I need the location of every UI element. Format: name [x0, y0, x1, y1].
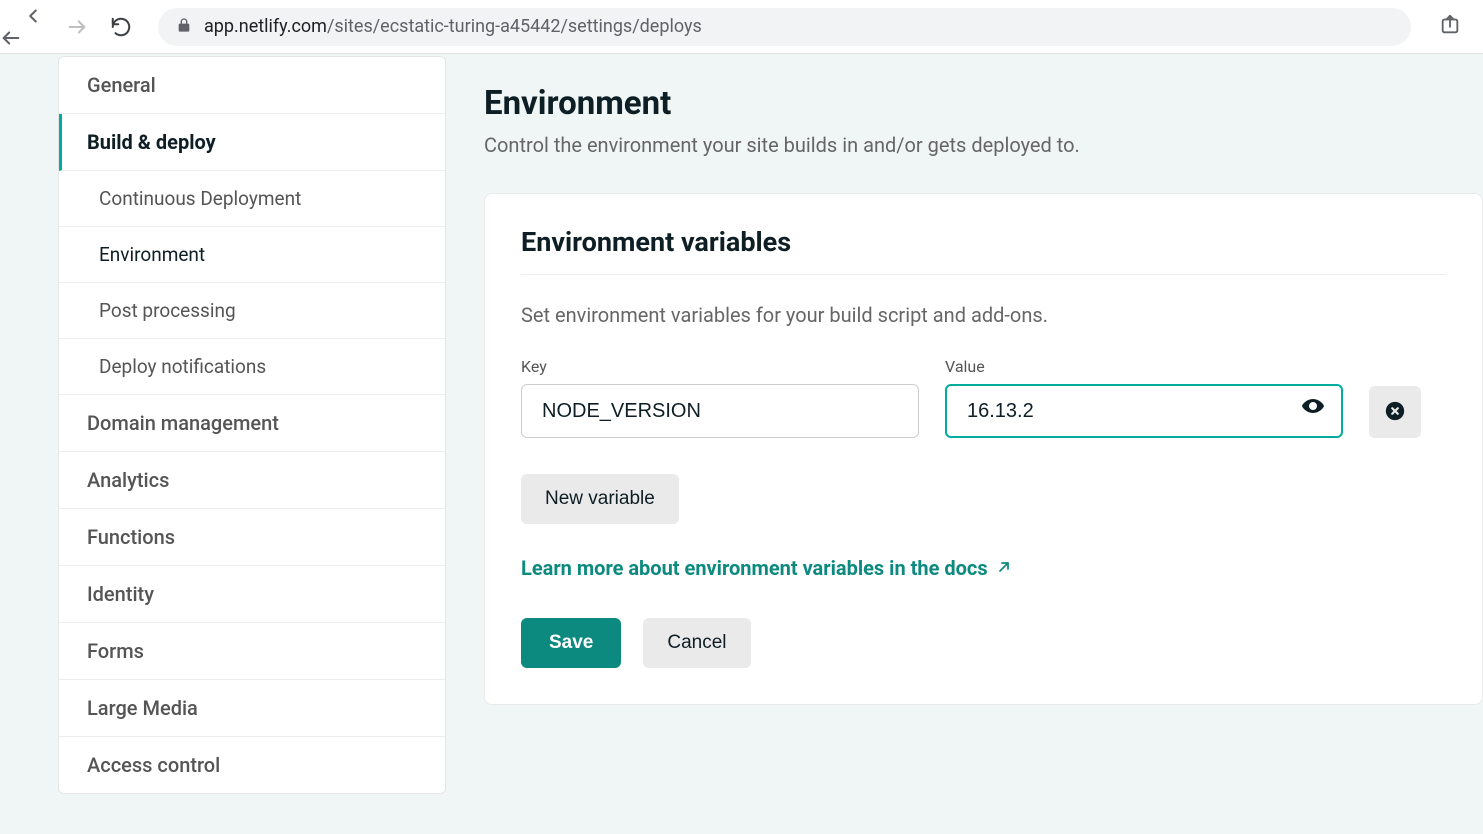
- action-row: Save Cancel: [521, 618, 1446, 668]
- sidebar-item-post-processing[interactable]: Post processing: [59, 283, 445, 339]
- settings-sidebar: General Build & deploy Continuous Deploy…: [0, 54, 446, 834]
- sidebar-item-analytics[interactable]: Analytics: [59, 452, 445, 509]
- sidebar-item-continuous-deployment[interactable]: Continuous Deployment: [59, 171, 445, 227]
- env-var-row: Key Value: [521, 357, 1446, 438]
- value-input[interactable]: [945, 384, 1343, 438]
- sidebar-item-general[interactable]: General: [59, 57, 445, 114]
- env-vars-card: Environment variables Set environment va…: [484, 193, 1483, 705]
- sidebar-item-identity[interactable]: Identity: [59, 566, 445, 623]
- card-description: Set environment variables for your build…: [521, 303, 1446, 327]
- sidebar-item-forms[interactable]: Forms: [59, 623, 445, 680]
- save-button[interactable]: Save: [521, 618, 621, 668]
- sidebar-item-access-control[interactable]: Access control: [59, 737, 445, 793]
- sidebar-item-large-media[interactable]: Large Media: [59, 680, 445, 737]
- sidebar-item-environment[interactable]: Environment: [59, 227, 445, 283]
- reload-icon[interactable]: [110, 16, 132, 38]
- address-bar[interactable]: app.netlify.com/sites/ecstatic-turing-a4…: [158, 8, 1411, 46]
- card-title: Environment variables: [521, 226, 1446, 275]
- value-label: Value: [945, 357, 1343, 376]
- share-icon[interactable]: [1429, 14, 1471, 40]
- sidebar-item-build-deploy[interactable]: Build & deploy: [59, 114, 445, 171]
- lock-icon: [176, 17, 192, 37]
- value-field: Value: [945, 357, 1343, 438]
- delete-var-button[interactable]: [1369, 386, 1421, 438]
- browser-nav-arrows: [12, 5, 132, 49]
- key-label: Key: [521, 357, 919, 376]
- page-subtitle: Control the environment your site builds…: [484, 133, 1483, 157]
- key-field: Key: [521, 357, 919, 438]
- new-variable-button[interactable]: New variable: [521, 474, 679, 524]
- page-body: General Build & deploy Continuous Deploy…: [0, 54, 1483, 834]
- key-input[interactable]: [521, 384, 919, 438]
- browser-bar: app.netlify.com/sites/ecstatic-turing-a4…: [0, 0, 1483, 54]
- close-circle-icon: [1384, 400, 1406, 425]
- sidebar-item-deploy-notifications[interactable]: Deploy notifications: [59, 339, 445, 395]
- page-title: Environment: [484, 84, 1483, 123]
- sidebar-item-domain-management[interactable]: Domain management: [59, 395, 445, 452]
- back-icon[interactable]: [22, 5, 44, 49]
- sidebar-card: General Build & deploy Continuous Deploy…: [58, 56, 446, 794]
- forward-icon[interactable]: [66, 16, 88, 38]
- main-content: Environment Control the environment your…: [446, 54, 1483, 834]
- cancel-button[interactable]: Cancel: [643, 618, 750, 668]
- docs-link-text: Learn more about environment variables i…: [521, 556, 988, 580]
- docs-link[interactable]: Learn more about environment variables i…: [521, 556, 1012, 580]
- external-link-icon: [996, 556, 1012, 580]
- eye-icon[interactable]: [1301, 394, 1325, 422]
- url-text: app.netlify.com/sites/ecstatic-turing-a4…: [204, 16, 702, 37]
- sidebar-item-functions[interactable]: Functions: [59, 509, 445, 566]
